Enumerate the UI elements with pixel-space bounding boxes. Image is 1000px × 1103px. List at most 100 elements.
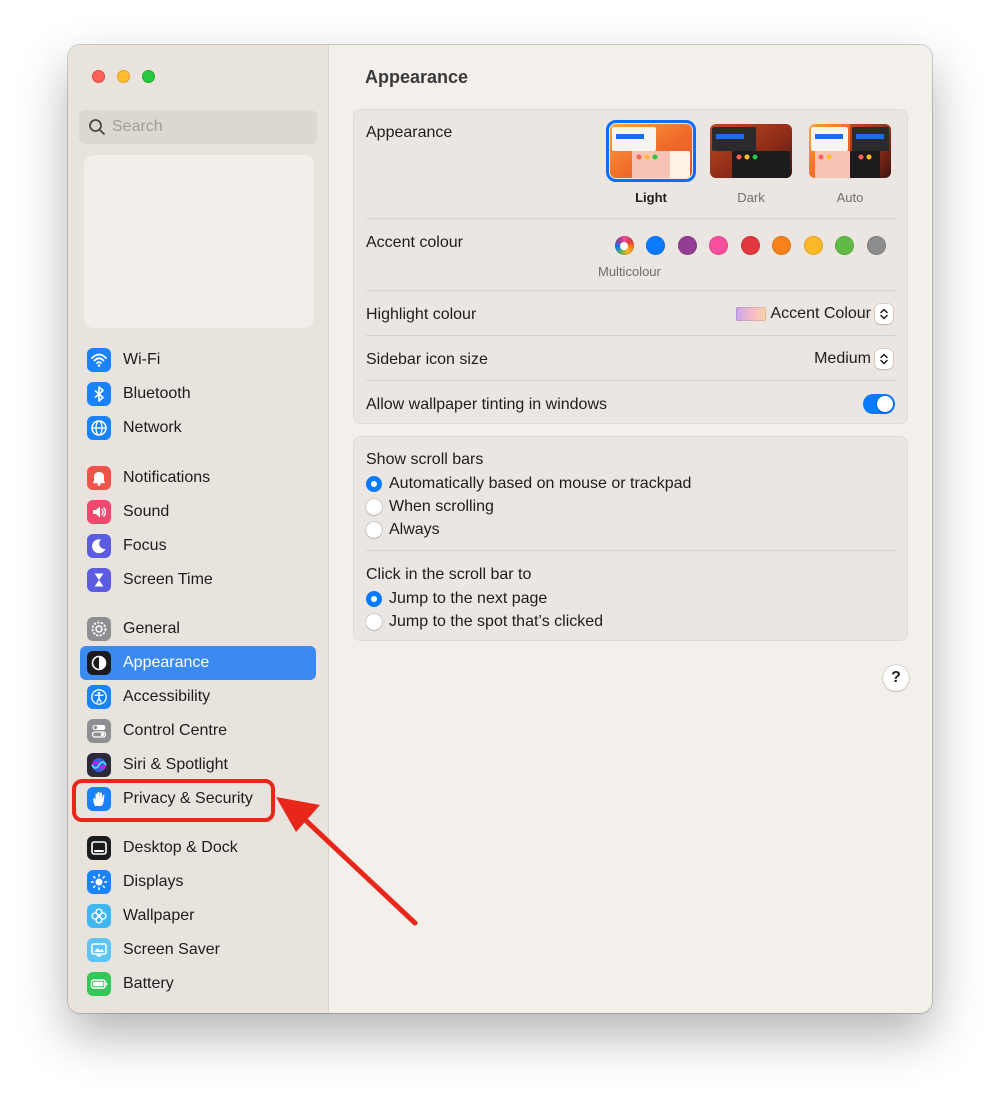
sidebar-item-focus[interactable]: Focus — [80, 529, 316, 563]
sidebar: Wi-Fi Bluetooth Network Notifications Sound F… — [68, 45, 329, 1013]
wallpaper-tinting-label: Allow wallpaper tinting in windows — [366, 396, 608, 413]
sidebar-item-accessibility[interactable]: Accessibility — [80, 680, 316, 714]
sidebar-icon-size-label: Sidebar icon size — [366, 351, 488, 368]
sidebar-item-screen-saver[interactable]: Screen Saver — [80, 933, 316, 967]
settings-window: Wi-Fi Bluetooth Network Notifications Sound F… — [68, 45, 932, 1013]
minimize-window-button[interactable] — [117, 70, 130, 83]
chevron-updown-icon — [875, 349, 893, 369]
sidebar-item-general[interactable]: General — [80, 612, 316, 646]
sidebar-item-label: Appearance — [123, 654, 210, 671]
speaker-icon — [87, 500, 111, 524]
sidebar-item-control-centre[interactable]: Control Centre — [80, 714, 316, 748]
chevron-updown-icon — [875, 304, 893, 324]
sidebar-item-label: Siri & Spotlight — [123, 756, 228, 773]
sidebar-item-label: Sound — [123, 503, 170, 520]
zoom-window-button[interactable] — [142, 70, 155, 83]
radio-label: When scrolling — [389, 498, 494, 515]
accent-purple-swatch[interactable] — [677, 236, 697, 255]
highlight-colour-popup[interactable]: Accent Colour — [735, 303, 893, 325]
radio-button[interactable] — [366, 522, 382, 538]
globe-icon — [87, 416, 111, 440]
sidebar-item-label: Accessibility — [123, 688, 211, 705]
sidebar-item-bluetooth[interactable]: Bluetooth — [80, 377, 316, 411]
accent-orange-swatch[interactable] — [772, 236, 791, 255]
sidebar-item-label: General — [123, 620, 180, 637]
sidebar-item-battery[interactable]: Battery — [80, 967, 316, 1001]
accent-colour-label: Accent colour — [366, 234, 463, 251]
radio-label: Jump to the spot that’s clicked — [389, 613, 604, 630]
close-window-button[interactable] — [92, 70, 105, 83]
sidebar-item-siri-spotlight[interactable]: Siri & Spotlight — [80, 748, 316, 782]
scroll-auto-radio[interactable]: Automatically based on mouse or trackpad — [366, 475, 691, 493]
sidebar-item-appearance[interactable]: Appearance — [80, 646, 316, 680]
wallpaper-tinting-toggle[interactable] — [863, 394, 895, 414]
accent-blue-swatch[interactable] — [646, 236, 665, 255]
radio-button[interactable] — [366, 499, 382, 515]
radio-label: Jump to the next page — [389, 590, 548, 607]
hand-icon — [87, 787, 111, 811]
sidebar-item-notifications[interactable]: Notifications — [80, 461, 316, 495]
bluetooth-icon — [87, 382, 111, 406]
accent-red-swatch[interactable] — [740, 236, 760, 255]
scroll-always-radio[interactable]: Always — [366, 521, 440, 539]
account-card[interactable] — [84, 155, 314, 328]
sidebar-item-label: Displays — [123, 873, 184, 890]
radio-button[interactable] — [366, 591, 382, 607]
hourglass-icon — [87, 568, 111, 592]
sidebar-item-desktop-dock[interactable]: Desktop & Dock — [80, 831, 316, 865]
sidebar-item-network[interactable]: Network — [80, 411, 316, 445]
sidebar-item-screen-time[interactable]: Screen Time — [80, 563, 316, 597]
appearance-light-option[interactable] — [606, 120, 696, 182]
search-input[interactable] — [112, 118, 312, 136]
sidebar-item-label: Desktop & Dock — [123, 839, 238, 856]
sidebar-item-label: Wi-Fi — [123, 351, 161, 368]
sidebar-item-label: Notifications — [123, 469, 211, 486]
sidebar-item-label: Focus — [123, 537, 167, 554]
appearance-auto-label: Auto — [836, 190, 864, 205]
flower-icon — [87, 904, 111, 928]
moon-icon — [87, 534, 111, 558]
highlight-swatch — [735, 307, 766, 321]
appearance-panel: Appearance Light Dark Auto Accent colour… — [353, 109, 908, 424]
accent-multicolour-swatch[interactable] — [614, 236, 634, 255]
radio-button[interactable] — [366, 476, 382, 492]
appearance-label: Appearance — [366, 124, 453, 141]
accent-selected-caption: Multicolour — [598, 264, 661, 279]
help-button[interactable]: ? — [883, 665, 909, 691]
search-field[interactable] — [79, 110, 317, 144]
scroll-when-scrolling-radio[interactable]: When scrolling — [366, 498, 494, 516]
sidebar-item-label: Control Centre — [123, 722, 228, 739]
appearance-auto-option[interactable] — [809, 124, 891, 178]
sidebar-item-wi-fi[interactable]: Wi-Fi — [80, 343, 316, 377]
search-icon — [89, 119, 105, 135]
divider — [366, 218, 895, 219]
battery-icon — [87, 972, 111, 996]
screensaver-icon — [87, 938, 111, 962]
auto-preview-icon — [809, 124, 891, 178]
sidebar-icon-size-popup[interactable]: Medium — [814, 348, 893, 370]
accent-green-swatch[interactable] — [835, 236, 854, 255]
gear-icon — [87, 617, 111, 641]
sidebar-item-label: Screen Time — [123, 571, 213, 588]
accent-yellow-swatch[interactable] — [803, 236, 823, 255]
sidebar-icon-size-value: Medium — [814, 350, 871, 367]
sidebar-item-displays[interactable]: Displays — [80, 865, 316, 899]
appearance-icon — [87, 651, 111, 675]
sidebar-item-privacy-security[interactable]: Privacy & Security — [80, 782, 316, 816]
accent-graphite-swatch[interactable] — [866, 236, 886, 255]
scroll-panel: Show scroll bars Automatically based on … — [353, 436, 908, 641]
bell-icon — [87, 466, 111, 490]
sidebar-item-wallpaper[interactable]: Wallpaper — [80, 899, 316, 933]
sidebar-item-label: Privacy & Security — [123, 790, 253, 807]
accent-pink-swatch[interactable] — [709, 236, 728, 255]
dock-icon — [87, 836, 111, 860]
toggle-knob — [877, 396, 893, 412]
show-scroll-bars-label: Show scroll bars — [366, 451, 484, 468]
sidebar-item-label: Battery — [123, 975, 174, 992]
radio-button[interactable] — [366, 614, 382, 630]
light-preview-icon — [610, 124, 692, 178]
appearance-dark-option[interactable] — [710, 124, 792, 178]
sidebar-item-sound[interactable]: Sound — [80, 495, 316, 529]
jump-next-page-radio[interactable]: Jump to the next page — [366, 590, 547, 608]
jump-spot-radio[interactable]: Jump to the spot that’s clicked — [366, 613, 603, 631]
